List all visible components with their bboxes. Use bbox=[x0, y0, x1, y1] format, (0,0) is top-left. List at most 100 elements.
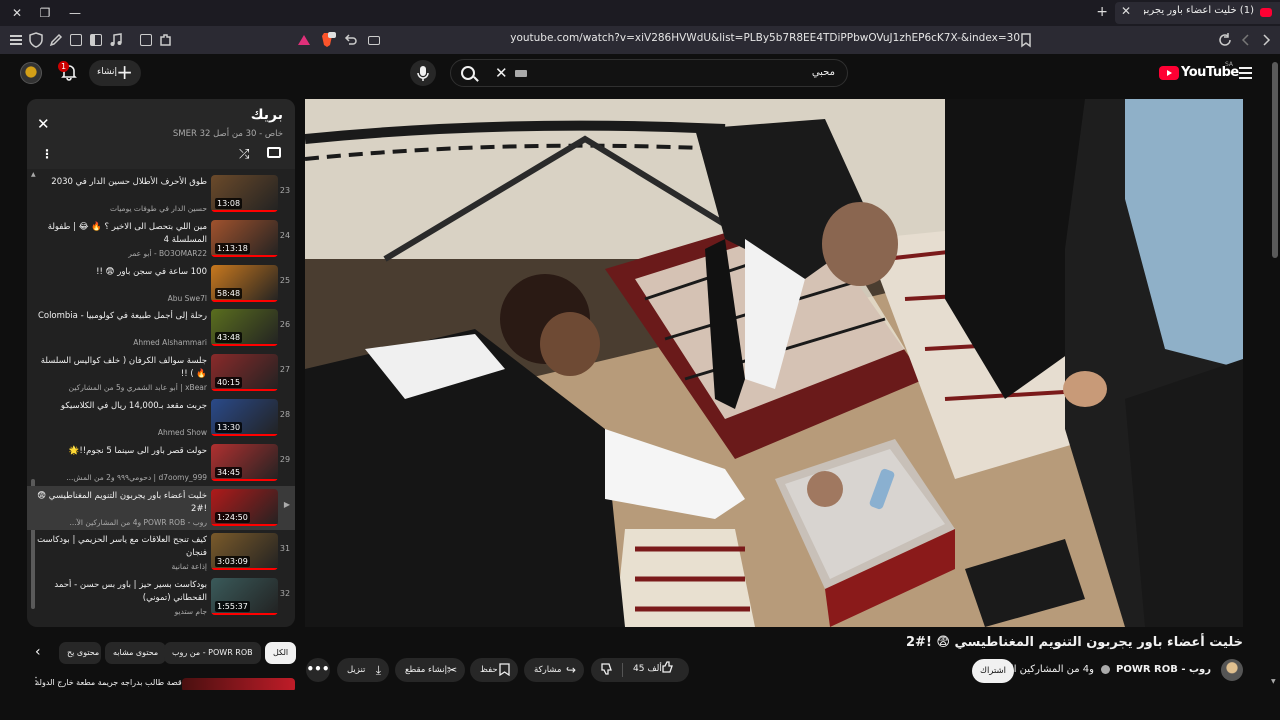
chip-all[interactable]: الكل bbox=[265, 642, 297, 664]
extensions-icon[interactable] bbox=[158, 32, 174, 48]
keyboard-icon[interactable] bbox=[515, 70, 527, 77]
playlist-item[interactable]: 25 58:48 100 ساعة في سجن باور 😨 !! Abu Swe7… bbox=[27, 262, 295, 306]
chip-from-channel[interactable]: من روب - POWR ROB bbox=[164, 642, 261, 664]
playlist-item-channel: xBear | أبو عابد الشمري و5 من المشاركين bbox=[68, 383, 207, 393]
playlist-item-current[interactable]: ▶ 1:24:50 خليت أعضاء باور يجربون التنويم ا… bbox=[27, 485, 295, 530]
cast-icon[interactable] bbox=[366, 32, 382, 48]
share-label: مشاركة bbox=[534, 665, 562, 675]
channel-name[interactable]: روب - POWR ROB و4 من المشاركين الآخرين bbox=[986, 664, 1211, 675]
notification-badge: 1 bbox=[58, 61, 70, 72]
page-scrollbar[interactable] bbox=[1272, 62, 1278, 258]
like-icon[interactable] bbox=[661, 660, 675, 678]
playlist-item[interactable]: 31 3:03:09 كيف تنجح العلاقات مع ياسر الحزي… bbox=[27, 530, 295, 574]
playlist-item-duration: 1:13:18 bbox=[215, 242, 250, 254]
next-recommendation[interactable]: ⋮ قصة طالب بدراجه جريمة مطعة خارج الدولة… bbox=[27, 676, 295, 690]
page-scroll-down-arrow-icon[interactable]: ▼ bbox=[1271, 678, 1276, 685]
playlist-item-title: جربت مقعد بـ14,000 ريال في الكلاسيكو bbox=[60, 401, 207, 411]
plus-icon: + bbox=[116, 60, 133, 84]
playlist-item-index: 29 bbox=[279, 454, 291, 464]
menu-icon[interactable] bbox=[8, 32, 24, 48]
playlist-item[interactable]: 23 13:08 طوق الأحرف الأطلال حسين الدار في … bbox=[27, 172, 295, 216]
search-icon[interactable] bbox=[461, 66, 475, 80]
playlist-item-thumbnail[interactable]: 3:03:09 bbox=[211, 533, 278, 571]
music-icon[interactable] bbox=[108, 32, 124, 48]
playlist-item-thumbnail[interactable]: 34:45 bbox=[211, 443, 278, 481]
search-input[interactable]: ✕ محبي bbox=[450, 59, 848, 87]
playlist-item[interactable]: 28 13:30 جربت مقعد بـ14,000 ريال في الكلاس… bbox=[27, 396, 295, 440]
playlist-item[interactable]: 32 1:55:37 بودكاست بسير حيز | باور بس حسن … bbox=[27, 575, 295, 619]
subscribe-button[interactable]: اشتراك bbox=[972, 659, 1014, 683]
playlist-item-title: طوق الأحرف الأطلال حسين الدار في 2030 bbox=[51, 177, 207, 187]
browser-tab-active[interactable]: ✕ (1) خليت أعضاء باور يجربون التن bbox=[1115, 2, 1280, 24]
more-actions-button[interactable]: ••• bbox=[306, 658, 330, 682]
window-close-icon[interactable]: ✕ bbox=[8, 4, 26, 22]
address-bar[interactable]: youtube.com/watch?v=xiV286HVWdU&list=PLB… bbox=[420, 32, 1020, 48]
window-restore-icon[interactable]: ❐ bbox=[36, 4, 54, 22]
clear-search-icon[interactable]: ✕ bbox=[495, 64, 508, 82]
channel-avatar[interactable] bbox=[1221, 659, 1243, 681]
playlist-close-icon[interactable]: ✕ bbox=[37, 115, 50, 133]
reload-icon[interactable] bbox=[1217, 32, 1233, 48]
watched-progress-bar bbox=[211, 299, 278, 302]
watched-progress-bar bbox=[211, 434, 278, 436]
scissors-icon: ✂ bbox=[446, 663, 457, 677]
tab-close-icon[interactable]: ✕ bbox=[1121, 4, 1131, 18]
next-recommendation-thumbnail bbox=[182, 678, 295, 690]
playlist-item-thumbnail[interactable]: 58:48 bbox=[211, 264, 278, 302]
playlist-item-thumbnail[interactable]: 1:13:18 bbox=[211, 219, 278, 257]
playlist-item-title: بودكاست بسير حيز | باور بس حسن - أحمد ال… bbox=[54, 580, 207, 604]
playlist-item-index: 31 bbox=[279, 544, 291, 554]
now-playing-icon: ▶ bbox=[283, 499, 290, 509]
save-button[interactable]: حفظ bbox=[470, 658, 518, 682]
create-button[interactable]: إنشاء + bbox=[89, 60, 141, 86]
playlist-item-duration: 13:08 bbox=[215, 198, 243, 209]
playlist-more-icon[interactable]: ⋮ bbox=[41, 147, 53, 161]
guide-menu-icon[interactable] bbox=[1239, 66, 1253, 80]
playlist-item-duration: 3:03:09 bbox=[215, 556, 250, 568]
new-tab-icon[interactable]: + bbox=[1096, 4, 1108, 20]
chips-next-arrow-icon[interactable]: ‹ bbox=[35, 644, 41, 660]
screenshot-icon[interactable] bbox=[138, 32, 154, 48]
bookmark-icon[interactable] bbox=[1018, 32, 1034, 48]
playlist-item[interactable]: 26 43:48 رحلة إلى أجمل طبيعة في كولومبيا -… bbox=[27, 306, 295, 350]
playlist-item-channel: d7oomy_999 | دحومي٩٩٩ و2 من المش... bbox=[66, 472, 207, 482]
chip-similar-content[interactable]: محتوى مشابه bbox=[105, 642, 167, 664]
undo-icon[interactable] bbox=[343, 32, 359, 48]
shuffle-icon[interactable]: ⤮ bbox=[239, 147, 249, 162]
shield-icon[interactable] bbox=[28, 32, 44, 48]
chip-similar-content-2[interactable]: محتوى يح bbox=[59, 642, 101, 664]
clip-label: إنشاء مقطع bbox=[405, 665, 447, 675]
playlist-item[interactable]: 24 1:13:18 مين اللي بتحصل الى الاخير ؟ 🔥 😂… bbox=[27, 217, 295, 261]
like-count: 45 ألف bbox=[633, 664, 662, 674]
share-button[interactable]: مشاركة ↪ bbox=[524, 658, 584, 682]
sidebar-icon[interactable] bbox=[88, 32, 104, 48]
playlist-title[interactable]: بريك bbox=[251, 107, 283, 123]
playlist-item-thumbnail[interactable]: 1:24:50 bbox=[211, 488, 278, 526]
voice-search-mic-icon[interactable] bbox=[410, 60, 436, 86]
playlist-item-thumbnail[interactable]: 1:55:37 bbox=[211, 578, 278, 616]
playlist-item-channel: BO3OMAR22 - أبو عمر bbox=[128, 248, 207, 258]
playlist-item-thumbnail[interactable]: 13:30 bbox=[211, 399, 278, 436]
video-player[interactable] bbox=[305, 99, 1243, 627]
account-avatar[interactable] bbox=[20, 62, 42, 84]
dislike-icon[interactable] bbox=[600, 662, 614, 680]
playlist-item-thumbnail[interactable]: 43:48 bbox=[211, 309, 278, 347]
loop-icon[interactable] bbox=[267, 147, 281, 158]
back-icon[interactable] bbox=[1238, 32, 1254, 48]
playlist-item[interactable]: 27 40:15 جلسة سوالف الكرفان ( خلف كواليس ا… bbox=[27, 351, 295, 395]
playlist-item[interactable]: 29 34:45 حولت قصر باور الى سينما 5 نجوم!!🌟… bbox=[27, 441, 295, 485]
vpn-triangle-icon[interactable] bbox=[296, 32, 312, 48]
brave-shield-icon[interactable] bbox=[318, 32, 336, 48]
browser-tab-bar: ✕ ❐ — + ✕ (1) خليت أعضاء باور يجربون الت… bbox=[0, 0, 1280, 26]
pen-icon[interactable] bbox=[48, 32, 64, 48]
youtube-favicon-icon bbox=[1260, 8, 1272, 17]
playlist-item-index: 27 bbox=[279, 365, 291, 375]
forward-icon[interactable] bbox=[1258, 32, 1274, 48]
playlist-item-title: رحلة إلى أجمل طبيعة في كولومبيا - Colomb… bbox=[37, 311, 207, 322]
clip-button[interactable]: إنشاء مقطع ✂ bbox=[395, 658, 465, 682]
playlist-item-thumbnail[interactable]: 40:15 bbox=[211, 354, 278, 392]
download-button[interactable]: تنزيل ⤓ bbox=[337, 658, 389, 682]
tabs-icon[interactable] bbox=[68, 32, 84, 48]
playlist-item-thumbnail[interactable]: 13:08 bbox=[211, 175, 278, 212]
window-minimize-icon[interactable]: — bbox=[66, 4, 84, 22]
